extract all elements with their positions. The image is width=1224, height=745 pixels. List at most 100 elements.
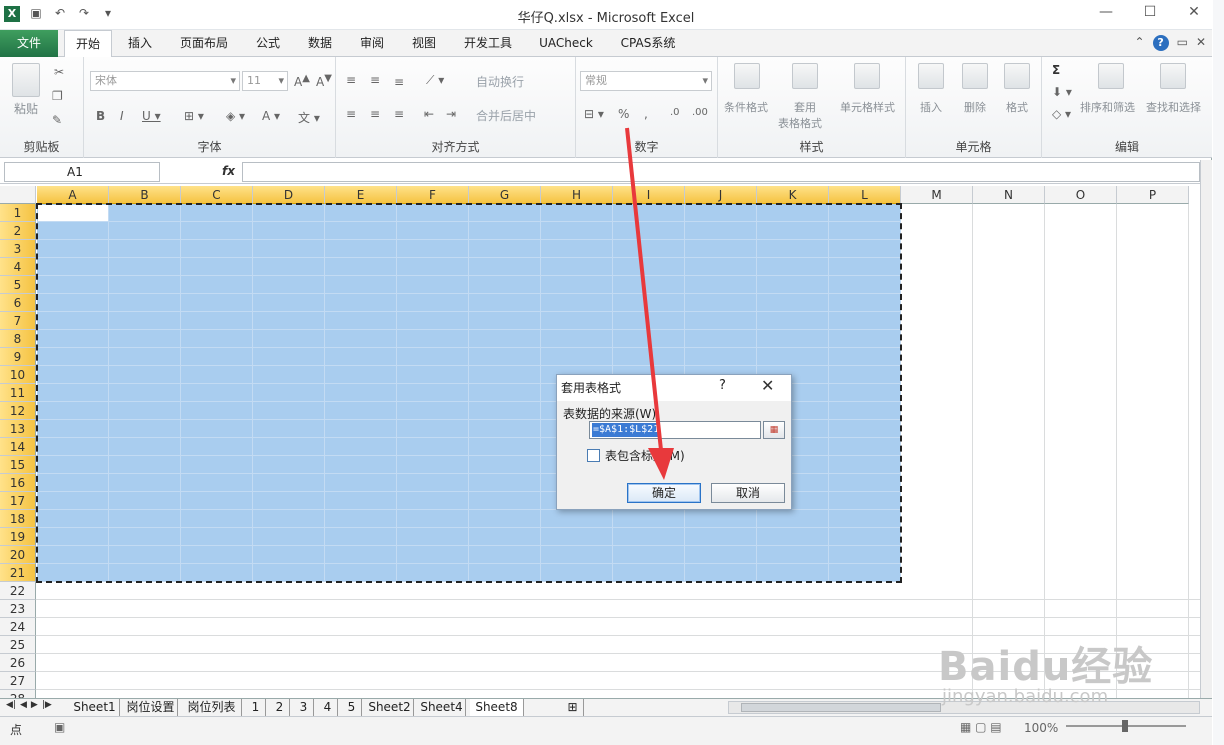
italic-icon[interactable]: I — [120, 109, 124, 123]
borders-icon[interactable]: ⊞ ▾ — [184, 109, 204, 123]
column-header-o[interactable]: O — [1045, 186, 1117, 204]
grow-font-icon[interactable]: A▲ — [294, 73, 310, 89]
find-select-button[interactable]: 查找和选择 — [1146, 99, 1201, 115]
row-header-21[interactable]: 21 — [0, 564, 36, 582]
zoom-level[interactable]: 100% — [1024, 721, 1058, 735]
tab-page-layout[interactable]: 页面布局 — [170, 30, 238, 57]
row-header-15[interactable]: 15 — [0, 456, 36, 474]
zoom-slider-thumb[interactable] — [1122, 720, 1128, 732]
insert-cells-button[interactable]: 插入 — [920, 99, 942, 115]
sort-filter-icon[interactable] — [1098, 63, 1124, 89]
fill-color-icon[interactable]: ◈ ▾ — [226, 109, 245, 123]
row-header-28[interactable]: 28 — [0, 690, 36, 698]
align-right-icon[interactable]: ≡ — [394, 107, 404, 121]
row-header-17[interactable]: 17 — [0, 492, 36, 510]
dialog-help-button[interactable]: ? — [719, 378, 726, 393]
collapse-dialog-icon[interactable]: ▦ — [763, 421, 785, 439]
sheet-tab-4[interactable]: 4 — [318, 699, 338, 716]
currency-icon[interactable]: ⊟ ▾ — [584, 107, 604, 121]
column-header-k[interactable]: K — [757, 186, 829, 204]
sheet-tab-5[interactable]: 5 — [342, 699, 362, 716]
cell-styles-button[interactable]: 单元格样式 — [840, 99, 895, 115]
sheet-tab-sheet2[interactable]: Sheet2 — [366, 699, 414, 716]
copy-icon[interactable]: ❐ — [52, 89, 63, 103]
sheet-tab-岗位设置[interactable]: 岗位设置 — [124, 699, 178, 716]
view-buttons-icon[interactable]: ▦ ▢ ▤ — [960, 720, 1002, 734]
column-header-p[interactable]: P — [1117, 186, 1189, 204]
cancel-button[interactable]: 取消 — [711, 483, 785, 503]
first-sheet-icon[interactable]: ◀| — [6, 700, 16, 710]
row-header-23[interactable]: 23 — [0, 600, 36, 618]
row-header-13[interactable]: 13 — [0, 420, 36, 438]
cell-styles-icon[interactable] — [854, 63, 880, 89]
dialog-close-button[interactable]: ✕ — [761, 376, 774, 395]
ok-button[interactable]: 确定 — [627, 483, 701, 503]
last-sheet-icon[interactable]: |▶ — [42, 700, 52, 710]
tab-insert[interactable]: 插入 — [118, 30, 162, 57]
comma-icon[interactable]: , — [644, 107, 648, 121]
tab-review[interactable]: 审阅 — [350, 30, 394, 57]
row-header-2[interactable]: 2 — [0, 222, 36, 240]
column-header-a[interactable]: A — [37, 186, 109, 204]
bold-icon[interactable]: B — [96, 109, 105, 123]
row-header-12[interactable]: 12 — [0, 402, 36, 420]
increase-decimal-icon[interactable]: .0 — [670, 107, 680, 118]
delete-cells-button[interactable]: 删除 — [964, 99, 986, 115]
row-header-3[interactable]: 3 — [0, 240, 36, 258]
help-icon[interactable]: ? — [1152, 35, 1169, 51]
format-painter-icon[interactable]: ✎ — [52, 113, 62, 127]
row-header-14[interactable]: 14 — [0, 438, 36, 456]
sheet-tab-sheet8[interactable]: Sheet8 — [470, 699, 524, 716]
column-header-b[interactable]: B — [109, 186, 181, 204]
delete-cells-icon[interactable] — [962, 63, 988, 89]
sheet-tab-3[interactable]: 3 — [294, 699, 314, 716]
sheet-nav-arrows[interactable]: ◀| ◀ ▶ |▶ — [6, 700, 52, 710]
insert-function-icon[interactable]: fx — [222, 164, 235, 178]
row-header-16[interactable]: 16 — [0, 474, 36, 492]
align-center-icon[interactable]: ≡ — [370, 107, 380, 121]
decrease-decimal-icon[interactable]: .00 — [692, 107, 708, 118]
row-header-7[interactable]: 7 — [0, 312, 36, 330]
sheet-tab-2[interactable]: 2 — [270, 699, 290, 716]
row-header-25[interactable]: 25 — [0, 636, 36, 654]
row-header-18[interactable]: 18 — [0, 510, 36, 528]
vertical-scrollbar[interactable] — [1200, 160, 1212, 698]
align-left-icon[interactable]: ≡ — [346, 107, 356, 121]
sheet-tab-sheet4[interactable]: Sheet4 — [418, 699, 466, 716]
column-header-c[interactable]: C — [181, 186, 253, 204]
tab-uacheck[interactable]: UACheck — [532, 30, 600, 57]
clear-icon[interactable]: ◇ ▾ — [1052, 107, 1071, 121]
align-top-icon[interactable]: ≡ — [346, 73, 356, 87]
table-format-icon[interactable] — [792, 63, 818, 89]
close-window-button[interactable]: ✕ — [1182, 4, 1206, 20]
orientation-icon[interactable]: ⟋ ▾ — [426, 73, 444, 88]
formula-input[interactable] — [242, 162, 1200, 182]
has-header-checkbox[interactable] — [587, 449, 600, 462]
select-all-corner[interactable] — [0, 186, 36, 204]
cut-icon[interactable]: ✂ — [54, 65, 64, 79]
maximize-button[interactable]: ☐ — [1138, 4, 1162, 20]
column-header-e[interactable]: E — [325, 186, 397, 204]
tab-file[interactable]: 文件 — [0, 30, 58, 57]
column-header-h[interactable]: H — [541, 186, 613, 204]
sheet-tab-1[interactable]: 1 — [246, 699, 266, 716]
autosum-icon[interactable]: Σ — [1052, 63, 1060, 77]
align-bottom-icon[interactable]: ≡ — [394, 75, 404, 89]
prev-sheet-icon[interactable]: ◀ — [20, 700, 27, 710]
collapse-ribbon-icon[interactable]: ⌃ — [1135, 35, 1145, 51]
font-size-dropdown[interactable]: 11 — [242, 71, 288, 91]
next-sheet-icon[interactable]: ▶ — [31, 700, 38, 710]
name-box[interactable]: A1 — [4, 162, 160, 182]
sheet-tab-sheet1[interactable]: Sheet1 — [70, 699, 120, 716]
underline-icon[interactable]: U ▾ — [142, 109, 161, 123]
increase-indent-icon[interactable]: ⇥ — [446, 107, 456, 121]
sort-filter-button[interactable]: 排序和筛选 — [1080, 99, 1135, 115]
row-header-27[interactable]: 27 — [0, 672, 36, 690]
font-name-dropdown[interactable]: 宋体 — [90, 71, 240, 91]
sheet-tab-岗位列表[interactable]: 岗位列表 — [182, 699, 242, 716]
row-header-24[interactable]: 24 — [0, 618, 36, 636]
tab-view[interactable]: 视图 — [402, 30, 446, 57]
merge-center-button[interactable]: 合并后居中 — [476, 107, 536, 124]
range-input[interactable]: =$A$1:$L$21 — [589, 421, 761, 439]
format-cells-icon[interactable] — [1004, 63, 1030, 89]
